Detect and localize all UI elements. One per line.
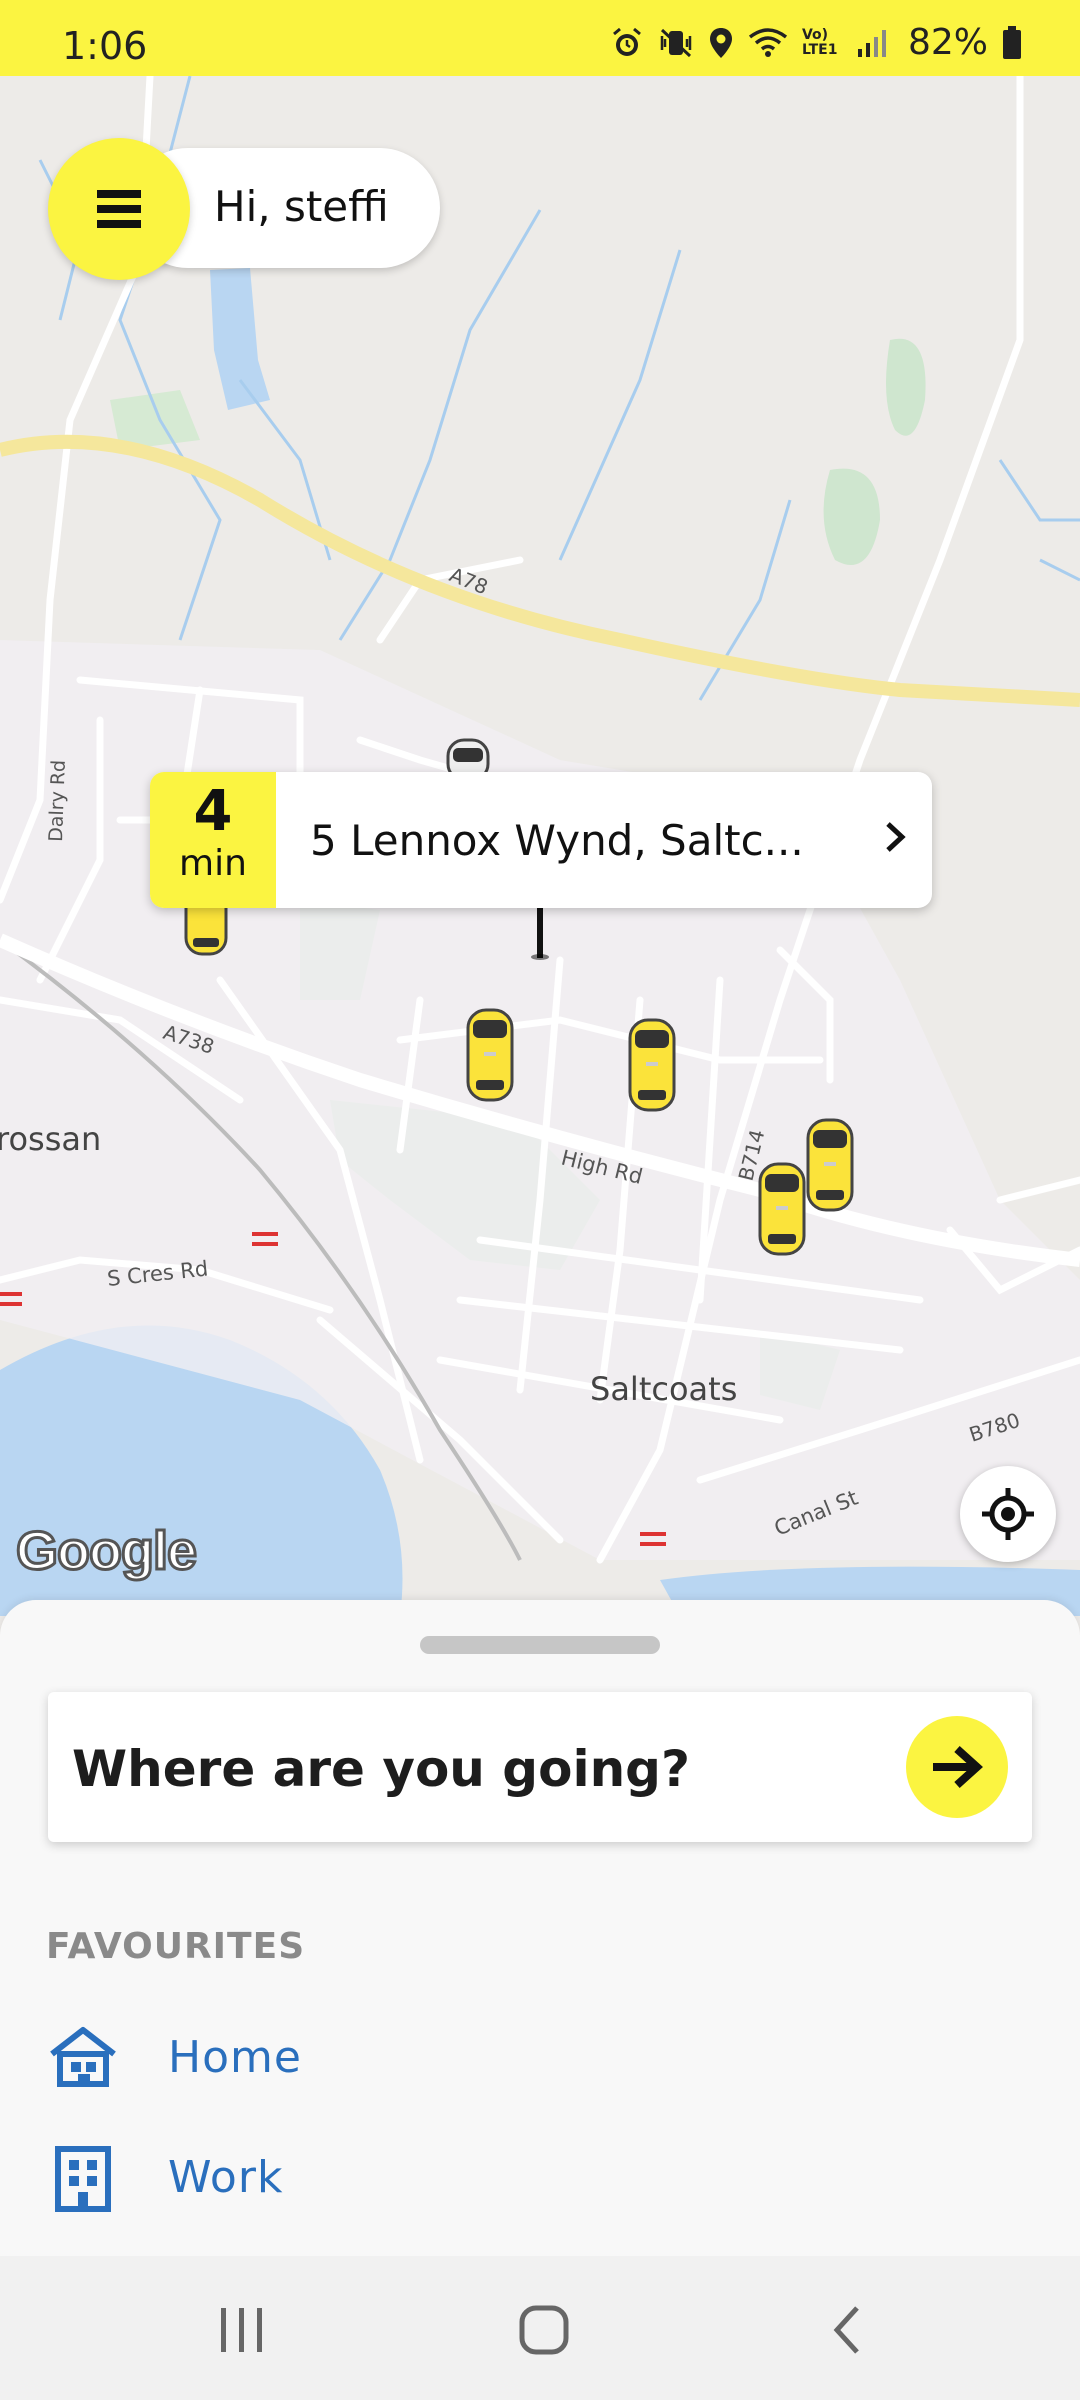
arrow-right-icon (933, 1746, 983, 1788)
label-dalry-rd: Dalry Rd (45, 760, 70, 843)
signal-icon (857, 29, 886, 57)
recent-apps-icon (221, 2308, 262, 2352)
park-area (886, 338, 926, 436)
destination-prompt: Where are you going? (72, 1740, 690, 1798)
favourite-work[interactable]: Work (48, 2132, 748, 2222)
home-nav-button[interactable] (484, 2298, 604, 2362)
back-nav-button[interactable] (786, 2298, 906, 2362)
label-saltcoats: Saltcoats (590, 1370, 737, 1408)
go-button[interactable] (906, 1716, 1008, 1818)
mute-vibrate-icon (660, 28, 692, 57)
building-icon (55, 2146, 111, 2212)
eta-unit: min (179, 843, 247, 884)
car-icon (758, 1162, 806, 1256)
favourite-home[interactable]: Home (48, 2012, 748, 2102)
menu-button[interactable] (48, 138, 190, 280)
destination-search[interactable]: Where are you going? (48, 1692, 1032, 1842)
eta-value: 4 (193, 779, 233, 844)
park-area (823, 468, 880, 565)
favourites-heading: FAVOURITES (46, 1926, 306, 1967)
my-location-button[interactable] (960, 1466, 1056, 1562)
status-time: 1:06 (62, 24, 148, 68)
hamburger-menu-icon (97, 190, 141, 228)
system-nav-bar (0, 2256, 1080, 2400)
favourite-label: Work (168, 2152, 284, 2203)
home-circle-icon (519, 2305, 569, 2355)
home-icon (50, 2027, 116, 2087)
car-icon (628, 1018, 676, 1112)
location-icon (709, 27, 732, 58)
network-label: Vo) LTE1 (801, 26, 838, 58)
status-icons: Vo) LTE1 82% (610, 22, 1022, 63)
battery-percent: 82% (907, 22, 988, 63)
wifi-icon (748, 27, 788, 57)
favourite-label: Home (168, 2032, 302, 2083)
crosshair-icon (982, 1488, 1034, 1540)
alarm-icon (613, 27, 641, 56)
bottom-sheet[interactable]: Where are you going? FAVOURITES Home Wor… (0, 1600, 1080, 2256)
back-chevron-icon (833, 2306, 859, 2354)
car-icon (466, 1008, 514, 1102)
pickup-pin (537, 904, 543, 958)
recent-apps-button[interactable] (182, 2298, 302, 2362)
label-rossan: rossan (0, 1120, 101, 1158)
chevron-right-icon (886, 822, 906, 852)
pickup-pin-shadow (531, 954, 549, 960)
status-bar: 1:06 Vo) LTE1 82% (0, 0, 1080, 76)
pond-water (210, 268, 270, 410)
sheet-drag-handle[interactable] (420, 1636, 660, 1654)
pickup-address: 5 Lennox Wynd, Saltc... (310, 816, 804, 865)
car-icon (806, 1118, 854, 1212)
greeting-pill: Hi, steffi (48, 138, 440, 280)
battery-icon (1003, 25, 1021, 59)
pickup-eta-card[interactable]: 4 min 5 Lennox Wynd, Saltc... (150, 772, 932, 908)
greeting-text: Hi, steffi (214, 182, 389, 231)
google-attribution: Google (15, 1520, 199, 1583)
eta-badge: 4 min (150, 772, 276, 908)
